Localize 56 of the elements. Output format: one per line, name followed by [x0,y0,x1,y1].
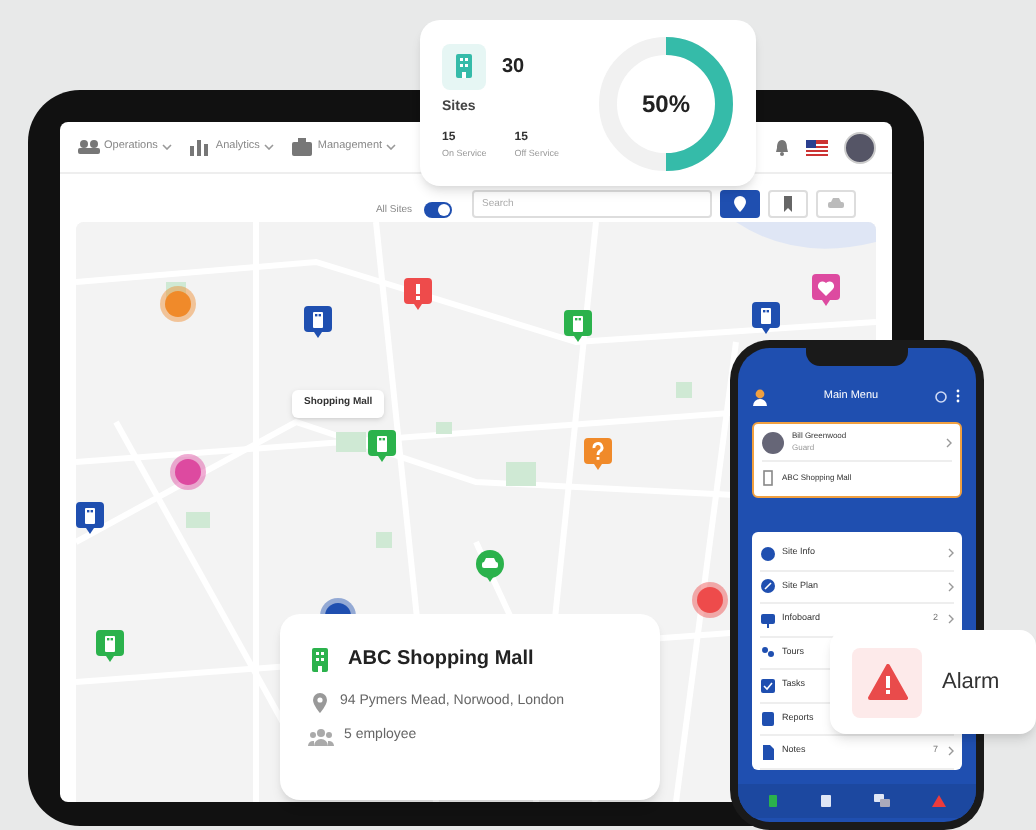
cluster-marker-icon [692,582,728,618]
building-marker-icon [76,502,104,534]
chevron-icon [948,614,954,625]
building-icon [762,470,774,486]
view-toggle-button[interactable] [720,190,760,218]
view-toggle-button[interactable] [816,190,856,218]
cluster-marker-icon [170,454,206,490]
battery-icon[interactable] [767,794,778,808]
location-pin-icon [312,692,328,714]
chevron-icon [948,548,954,559]
chevron-icon [946,437,952,447]
chart-icon [187,136,212,158]
toggle-switch[interactable] [424,202,452,218]
avatar[interactable] [844,131,876,163]
checkbox-icon [760,677,776,694]
heart-marker-icon [812,274,840,306]
person-icon [752,387,768,405]
building-marker-icon [368,430,396,462]
people-icon [308,727,334,746]
question-marker-icon [584,438,612,470]
view-toggle-button[interactable] [768,190,808,218]
bookmark-icon [778,194,798,214]
building-marker-icon [564,310,592,342]
briefcase-icon [289,136,314,158]
sites-count: 30 [502,53,525,82]
document-icon[interactable] [819,794,832,808]
car-icon [826,194,846,214]
building-icon [308,645,332,673]
alert-marker-icon [404,278,432,310]
flag-icon[interactable] [806,139,828,155]
chevron-icon [948,581,954,592]
caret-icon [386,144,397,150]
building-icon [442,43,486,90]
building-marker-icon [96,630,124,662]
more-icon[interactable] [954,388,962,404]
chevron-icon [948,746,954,757]
document-icon [760,743,776,760]
monitor-icon [760,611,776,628]
building-marker-icon [752,302,780,334]
avatar [762,431,784,453]
car-marker-icon [476,550,504,582]
caret-icon [161,144,172,150]
warning-icon [852,647,922,717]
cluster-marker-icon [160,286,196,322]
notch [806,348,908,366]
people-icon [76,136,100,158]
pin-icon [730,194,750,214]
building-marker-icon [304,306,332,338]
refresh-icon[interactable] [934,389,948,403]
bell-icon[interactable] [774,138,790,156]
alarm-toast[interactable]: Alarm [830,630,1036,734]
chat-icon[interactable] [874,794,891,808]
percent-value: 50% [641,87,691,121]
alarm-label: Alarm [942,667,1000,698]
site-name: ABC Shopping Mall [348,646,534,674]
caret-icon [263,144,274,150]
